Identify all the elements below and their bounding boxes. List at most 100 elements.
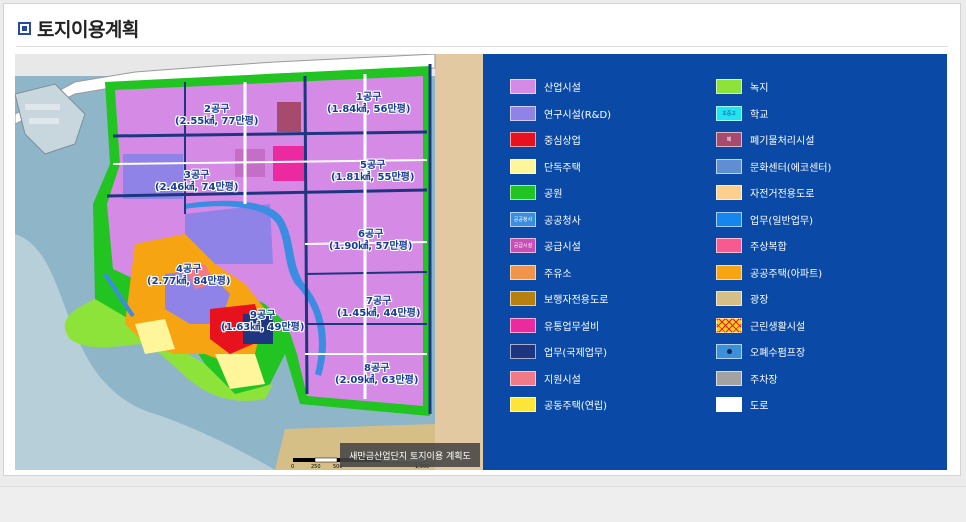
legend-swatch [716, 158, 742, 174]
legend-panel: 산업시설 연구시설(R&D) 중심상업 단독주택 공원 공공청사 공공청사 공급시설 공급시설 주… [483, 54, 947, 470]
legend-swatch [510, 370, 536, 386]
legend-label: 폐기물처리시설 [750, 136, 815, 147]
legend-item: 문화센터(에코센터) [716, 158, 832, 174]
page-header: 토지이용계획 [18, 16, 139, 41]
dock-1 [25, 104, 60, 110]
legend-swatch [510, 264, 536, 280]
legend-item: 주차장 [716, 370, 778, 386]
distribution-block [273, 146, 305, 181]
legend-swatch [716, 264, 742, 280]
legend-item: 공급시설 공급시설 [510, 238, 581, 253]
legend-label: 오폐수펌프장 [750, 348, 806, 359]
land-use-map: 0 250 500 1,000 2공구 (2.55㎢, 77만평) 1공구 (1.8… [15, 54, 483, 470]
legend-label: 지원시설 [544, 374, 581, 386]
legend-swatch [510, 158, 536, 174]
title-bullet-icon [18, 21, 31, 35]
legend-label: 주상복합 [750, 242, 787, 253]
waste-block [277, 102, 301, 132]
legend-swatch [716, 344, 742, 359]
district-label-5: 5공구 (1.81㎢, 55만평) [331, 160, 415, 183]
district-label-6: 6공구 (1.90㎢, 57만평) [329, 229, 413, 252]
legend-swatch [510, 105, 536, 121]
legend-swatch [716, 370, 742, 386]
legend-swatch [510, 132, 536, 147]
legend-item: 녹지 [716, 79, 768, 94]
tidal-flat [435, 54, 483, 470]
legend-item: 주유소 [510, 264, 572, 280]
legend-swatch: 초중고 [716, 105, 742, 121]
legend-item: 연구시설(R&D) [510, 105, 612, 121]
legend-swatch [716, 238, 742, 253]
legend-label: 유통업무설비 [544, 321, 600, 333]
district-label-4: 4공구 (2.77㎢, 84만평) [147, 264, 231, 287]
legend-swatch [716, 211, 742, 227]
legend-swatch [510, 185, 536, 200]
legend-item: 자전거전용도로 [716, 185, 814, 200]
legend-swatch: 공공청사 [510, 211, 536, 227]
legend-item: 근린생활시설 [716, 317, 806, 333]
legend-label: 업무(일반업무) [750, 215, 814, 227]
map-caption: 새만금산업단지 토지이용 계획도 [340, 443, 480, 467]
district-label-7: 7공구 (1.45㎢, 44만평) [337, 296, 421, 319]
legend-item: 유통업무설비 [510, 317, 600, 333]
legend-label: 단독주택 [544, 162, 581, 174]
legend-item: 공공청사 공공청사 [510, 211, 581, 227]
scale-label-0: 0 [291, 464, 294, 470]
legend-item: 광장 [716, 291, 768, 306]
legend-label: 산업시설 [544, 83, 581, 94]
district-label-8: 8공구 (2.09㎢, 63만평) [335, 363, 419, 386]
legend-item: 공동주택(연립) [510, 397, 607, 412]
legend-label: 광장 [750, 295, 769, 306]
pump-dot-icon [726, 349, 732, 354]
legend-label: 학교 [750, 109, 769, 121]
legend-swatch [510, 397, 536, 412]
district-label-9: 9공구 (1.63㎢, 49만평) [221, 310, 305, 333]
legend-item: 공원 [510, 185, 562, 200]
legend-label: 연구시설(R&D) [544, 109, 612, 121]
legend-label: 주차장 [750, 374, 778, 386]
legend-item: 초중고 학교 [716, 105, 769, 121]
legend-label: 업무(국제업무) [544, 348, 608, 359]
legend-item: 업무(일반업무) [716, 211, 814, 227]
legend-swatch [510, 317, 536, 333]
legend-item: 중심상업 [510, 132, 581, 147]
legend-label: 공공주택(아파트) [750, 268, 823, 280]
legend-item: 오폐수펌프장 [716, 344, 805, 359]
district-label-3: 3공구 (2.46㎢, 74만평) [155, 170, 239, 193]
legend-label: 근린생활시설 [750, 321, 806, 333]
scale-label-1: 250 [311, 464, 321, 470]
legend-swatch [716, 79, 742, 94]
legend-swatch [716, 317, 742, 333]
road-v1 [303, 75, 309, 395]
legend-swatch [510, 79, 536, 94]
legend-swatch [716, 291, 742, 306]
legend-item: 산업시설 [510, 79, 581, 94]
legend-item: 폐 폐기물처리시설 [716, 132, 814, 147]
legend-label: 녹지 [750, 83, 769, 94]
title-divider [16, 46, 948, 47]
legend-swatch: 폐 [716, 132, 742, 147]
legend-swatch [510, 344, 536, 359]
district-label-1: 1공구 (1.84㎢, 56만평) [327, 92, 411, 115]
legend-label: 주유소 [544, 268, 572, 280]
legend-swatch: 공급시설 [510, 238, 536, 253]
legend-item: 주상복합 [716, 238, 787, 253]
legend-label: 공원 [544, 189, 563, 200]
legend-item: 공공주택(아파트) [716, 264, 823, 280]
legend-item: 지원시설 [510, 370, 581, 386]
legend-item: 업무(국제업무) [510, 344, 607, 359]
page-title: 토지이용계획 [37, 18, 139, 41]
legend-label: 보행자전용도로 [544, 295, 609, 306]
legend-item: 도로 [716, 397, 768, 412]
legend-label: 공동주택(연립) [544, 401, 608, 412]
page-footer-strip [0, 486, 966, 522]
legend-item: 보행자전용도로 [510, 291, 608, 306]
legend-label: 문화센터(에코센터) [750, 162, 832, 174]
legend-label: 공급시설 [544, 242, 581, 253]
legend-swatch [716, 185, 742, 200]
legend-swatch [510, 291, 536, 306]
legend-item: 단독주택 [510, 158, 581, 174]
legend-swatch [716, 397, 742, 412]
district-label-2: 2공구 (2.55㎢, 77만평) [175, 104, 259, 127]
legend-label: 자전거전용도로 [750, 189, 815, 200]
